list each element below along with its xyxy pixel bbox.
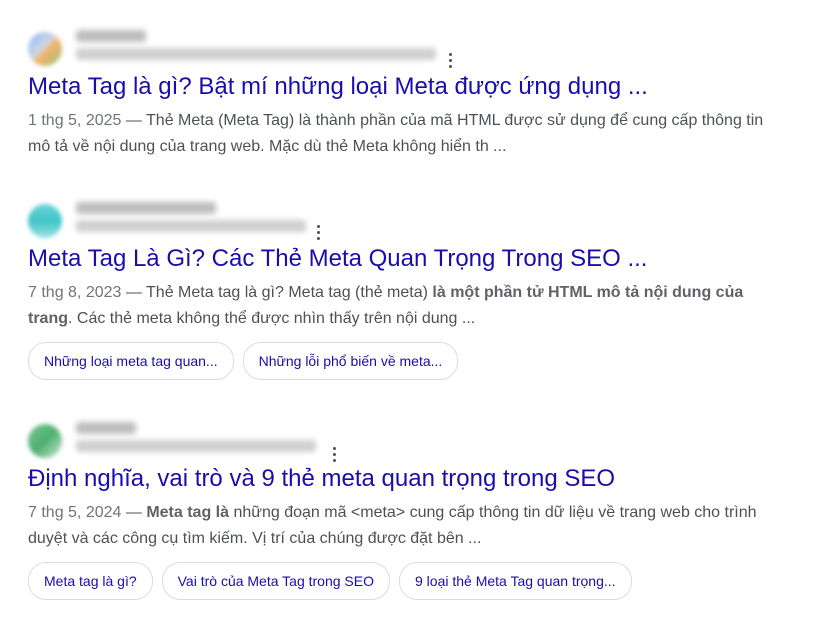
result-title-link[interactable]: Meta Tag Là Gì? Các Thẻ Meta Quan Trọng … (28, 244, 808, 274)
site-favicon (28, 424, 62, 458)
snippet-separator: — (121, 504, 147, 521)
result-source[interactable] (28, 200, 808, 244)
more-options-icon[interactable] (310, 222, 326, 242)
result-snippet: 7 thg 5, 2024 — Meta tag là những đoạn m… (28, 500, 808, 552)
search-result: Meta Tag Là Gì? Các Thẻ Meta Quan Trọng … (28, 200, 808, 380)
more-options-icon[interactable] (442, 50, 458, 70)
search-result: Meta Tag là gì? Bật mí những loại Meta đ… (28, 28, 808, 160)
snippet-separator: — (121, 112, 147, 129)
snippet-text: duyệt và các công cụ tìm kiếm. Vị trí củ… (28, 530, 482, 547)
search-result: Định nghĩa, vai trò và 9 thẻ meta quan t… (28, 420, 808, 600)
result-date: 1 thg 5, 2025 (28, 112, 122, 129)
result-source[interactable] (28, 420, 808, 464)
site-url-redacted (76, 440, 316, 452)
related-link-chip[interactable]: Những loại meta tag quan... (28, 342, 234, 380)
result-snippet: 1 thg 5, 2025 — Thẻ Meta (Meta Tag) là t… (28, 108, 808, 160)
result-title-link[interactable]: Định nghĩa, vai trò và 9 thẻ meta quan t… (28, 464, 808, 494)
site-url-redacted (76, 48, 436, 60)
snippet-separator: — (121, 284, 147, 301)
snippet-bold-text: Meta tag là (146, 504, 229, 521)
related-links: Meta tag là gì? Vai trò của Meta Tag tro… (28, 562, 808, 600)
snippet-text: những đoạn mã <meta> cung cấp thông tin … (229, 504, 757, 521)
result-date: 7 thg 5, 2024 (28, 504, 122, 521)
result-source[interactable] (28, 28, 808, 72)
snippet-text: mô tả về nội dung của trang web. Mặc dù … (28, 138, 507, 155)
related-link-chip[interactable]: Những lỗi phổ biến về meta... (242, 342, 459, 380)
site-name-redacted (76, 202, 216, 214)
related-links: Những loại meta tag quan... Những lỗi ph… (28, 342, 808, 380)
snippet-bold-text: trang (28, 310, 68, 327)
snippet-text: Thẻ Meta tag là gì? Meta tag (thẻ meta) (146, 284, 433, 301)
related-link-chip[interactable]: 9 loại thẻ Meta Tag quan trọng... (399, 562, 632, 600)
related-link-chip[interactable]: Meta tag là gì? (28, 562, 153, 600)
site-name-redacted (76, 422, 136, 434)
more-options-icon[interactable] (326, 444, 342, 464)
result-snippet: 7 thg 8, 2023 — Thẻ Meta tag là gì? Meta… (28, 280, 808, 332)
snippet-bold-text: là một phần tử HTML mô tả nội dung của (432, 284, 744, 301)
result-date: 7 thg 8, 2023 (28, 284, 122, 301)
snippet-text: . Các thẻ meta không thể được nhìn thấy … (68, 310, 476, 327)
snippet-text: Thẻ Meta (Meta Tag) là thành phần của mã… (146, 112, 764, 129)
site-favicon (28, 204, 62, 238)
site-name-redacted (76, 30, 146, 42)
result-title-link[interactable]: Meta Tag là gì? Bật mí những loại Meta đ… (28, 72, 808, 102)
site-favicon (28, 32, 62, 66)
related-link-chip[interactable]: Vai trò của Meta Tag trong SEO (161, 562, 390, 600)
site-url-redacted (76, 220, 306, 232)
